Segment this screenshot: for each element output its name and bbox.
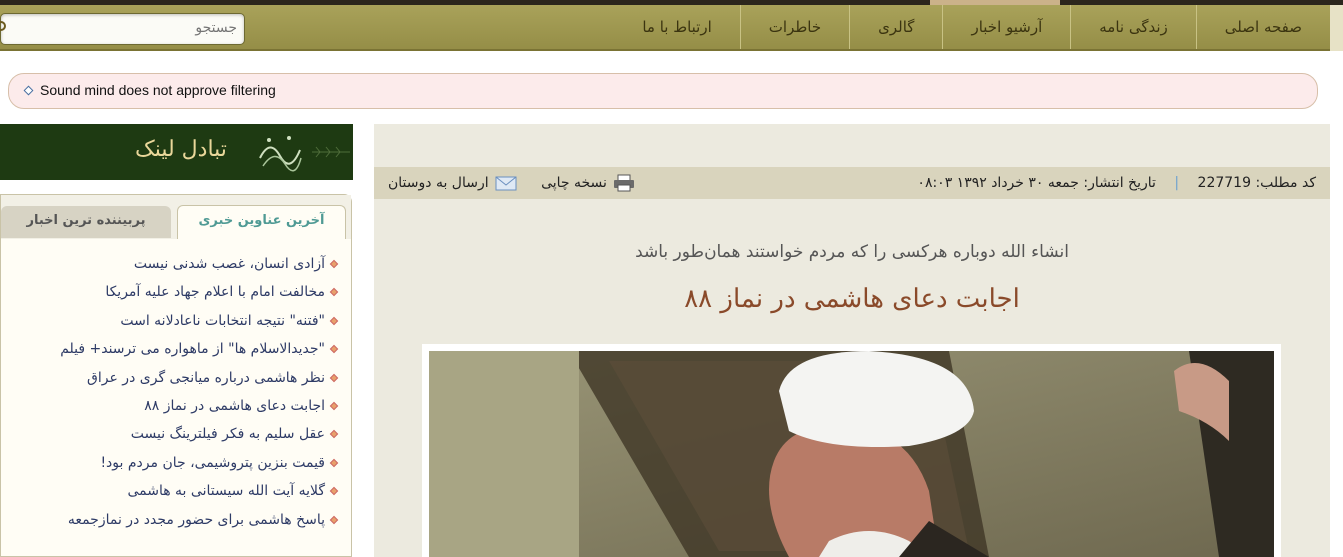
article-photo-frame (422, 344, 1281, 557)
nav-item-biography[interactable]: زندگی نامه (1070, 5, 1196, 49)
diamond-bullet-icon (329, 373, 339, 382)
announcement-banner: Sound mind does not approve filtering (8, 73, 1318, 109)
ornament-border-icon (312, 146, 350, 158)
article-photo (429, 351, 1274, 557)
printer-icon (613, 174, 634, 192)
nav-item-gallery[interactable]: گالری (849, 5, 942, 49)
publish-date-value: جمعه ۳۰ خرداد ۱۳۹۲ ۰۸:۰۳ (917, 175, 1079, 191)
latest-news-list: آزادی انسان، غصب شدنی نیست مخالفت امام ب… (1, 250, 339, 534)
news-item[interactable]: نظر هاشمی درباره میانجی گری در عراق (1, 364, 339, 392)
calligraphy-logo-icon (259, 136, 302, 172)
article-title: اجابت دعای هاشمی در نماز ۸۸ (684, 284, 1020, 314)
envelope-icon (495, 176, 517, 191)
diamond-bullet-icon (329, 344, 339, 354)
diamond-bullet-icon (329, 515, 339, 524)
news-tabs: پربیننده ترین اخبار آخرین عناوین خبری (1, 195, 351, 239)
diamond-bullet-icon (329, 458, 339, 467)
diamond-bullet-icon (329, 401, 339, 411)
nav-item-contact[interactable]: ارتباط با ما (614, 5, 739, 49)
article-actions: نسخه چاپی ارسال به دوستان (388, 167, 635, 199)
diamond-bullet-icon (329, 430, 339, 439)
news-box: پربیننده ترین اخبار آخرین عناوین خبری آز… (0, 194, 352, 557)
diamond-bullet-icon (329, 316, 339, 326)
send-to-friends-link[interactable]: ارسال به دوستان (388, 167, 517, 199)
search-icon[interactable] (0, 21, 7, 35)
news-item[interactable]: قیمت بنزین پتروشیمی، جان مردم بود! (1, 449, 339, 477)
article-meta-info: کد مطلب: 227719 | تاریخ انتشار: جمعه ۳۰ … (917, 167, 1316, 199)
main-navigation-bar: صفحه اصلی زندگی نامه آرشیو اخبار گالری خ… (0, 5, 1330, 51)
diamond-bullet-icon (329, 288, 339, 297)
search-box (0, 13, 245, 45)
news-item[interactable]: گلایه آیت الله سیستانی به هاشمی (1, 477, 339, 505)
diamond-bullet-icon (329, 486, 339, 496)
news-item[interactable]: "جدیدالاسلام ها" از ماهواره می ترسند+ فی… (1, 335, 339, 363)
news-item[interactable]: "فتنه" نتیجه انتخابات ناعادلانه است (1, 307, 339, 335)
link-exchange-banner[interactable]: تبادل لینک (0, 124, 353, 180)
article-code-value: 227719 (1197, 175, 1251, 191)
tab-latest-headlines[interactable]: آخرین عناوین خبری (177, 205, 346, 239)
diamond-bullet-icon (329, 259, 339, 269)
diamond-bullet-icon (23, 85, 34, 96)
announcement-text[interactable]: Sound mind does not approve filtering (40, 82, 276, 98)
cleric-photo-illustration (429, 351, 1274, 557)
article-panel: کد مطلب: 227719 | تاریخ انتشار: جمعه ۳۰ … (374, 124, 1330, 557)
article-meta-bar: کد مطلب: 227719 | تاریخ انتشار: جمعه ۳۰ … (374, 167, 1330, 199)
news-item[interactable]: اجابت دعای هاشمی در نماز ۸۸ (1, 392, 339, 420)
publish-date-label: تاریخ انتشار: (1083, 175, 1156, 191)
tab-most-viewed[interactable]: پربیننده ترین اخبار (1, 206, 171, 238)
nav-item-news-archive[interactable]: آرشیو اخبار (942, 5, 1070, 49)
print-version-link[interactable]: نسخه چاپی (541, 167, 635, 199)
article-subtitle: انشاء الله دوباره هرکسی را که مردم خواست… (635, 242, 1069, 262)
nav-item-home[interactable]: صفحه اصلی (1195, 5, 1312, 49)
meta-separator: | (1174, 175, 1180, 191)
nav-item-memoirs[interactable]: خاطرات (739, 5, 849, 49)
nav-menu: صفحه اصلی زندگی نامه آرشیو اخبار گالری خ… (614, 5, 1312, 49)
search-input[interactable] (1, 14, 243, 42)
news-item[interactable]: آزادی انسان، غصب شدنی نیست (1, 250, 339, 278)
news-item[interactable]: پاسخ هاشمی برای حضور مجدد در نمازجمعه (1, 506, 339, 534)
news-item[interactable]: عقل سلیم به فکر فیلترینگ نیست (1, 420, 339, 448)
article-code-label: کد مطلب: (1255, 175, 1316, 191)
news-item[interactable]: مخالفت امام با اعلام جهاد علیه آمریکا (1, 278, 339, 306)
link-exchange-title: تبادل لینک (135, 137, 227, 162)
header-right-edge (1330, 5, 1343, 51)
